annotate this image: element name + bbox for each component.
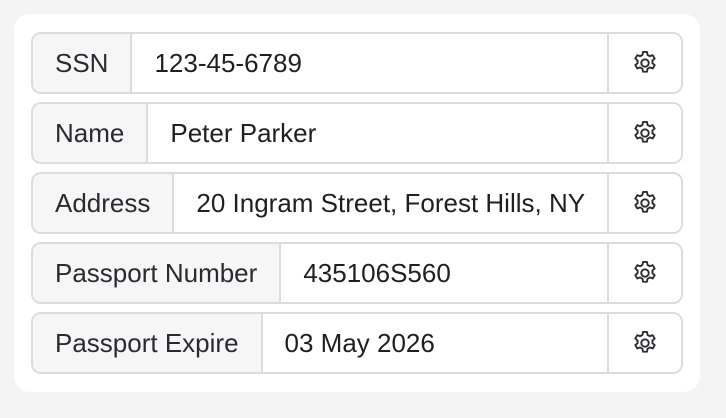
field-row-ssn: SSN [31, 32, 683, 94]
ssn-settings-button[interactable] [607, 34, 681, 92]
gear-icon [631, 259, 659, 287]
field-row-address: Address [31, 172, 683, 234]
field-label: SSN [33, 34, 133, 92]
field-label: Passport Number [33, 244, 282, 302]
field-label: Address [33, 174, 175, 232]
field-label: Passport Expire [33, 314, 263, 372]
address-input[interactable] [174, 174, 607, 232]
address-settings-button[interactable] [607, 174, 681, 232]
gear-icon [631, 189, 659, 217]
name-settings-button[interactable] [607, 104, 681, 162]
field-label: Name [33, 104, 149, 162]
field-list: SSN Name [31, 32, 683, 374]
gear-icon [631, 119, 659, 147]
form-card: SSN Name [14, 14, 700, 392]
passport-expire-input[interactable] [262, 314, 607, 372]
gear-icon [631, 329, 659, 357]
field-value-container [281, 244, 607, 302]
field-row-name: Name [31, 102, 683, 164]
field-value-container [148, 104, 607, 162]
field-row-passport-expire: Passport Expire [31, 312, 683, 374]
passport-expire-settings-button[interactable] [607, 314, 681, 372]
field-value-container [262, 314, 607, 372]
ssn-input[interactable] [132, 34, 607, 92]
field-value-container [174, 174, 607, 232]
name-input[interactable] [148, 104, 607, 162]
field-value-container [132, 34, 607, 92]
passport-number-input[interactable] [281, 244, 607, 302]
field-row-passport-number: Passport Number [31, 242, 683, 304]
gear-icon [631, 49, 659, 77]
passport-number-settings-button[interactable] [607, 244, 681, 302]
